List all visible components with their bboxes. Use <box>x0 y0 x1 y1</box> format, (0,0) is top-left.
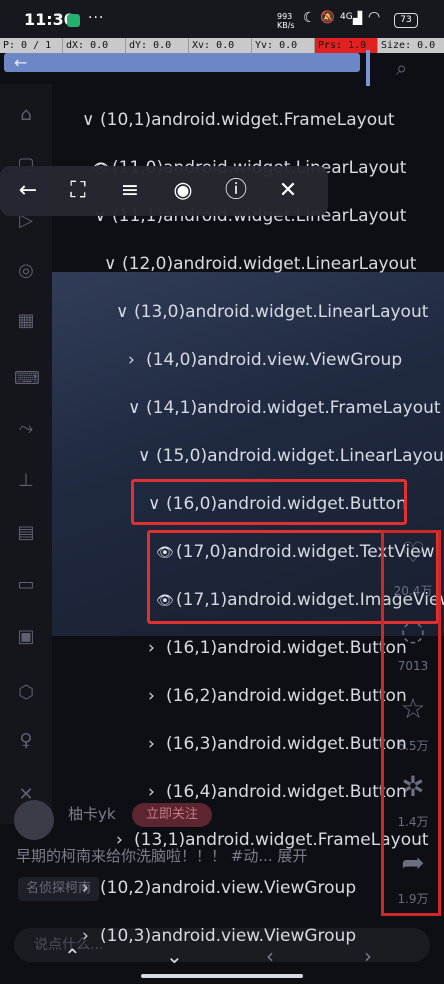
pointer-size: Size: 0.0 <box>381 40 436 51</box>
home-indicator[interactable] <box>141 974 303 978</box>
net-speed: 993 KB/s <box>277 12 295 30</box>
chevron-right-icon[interactable]: › <box>148 777 166 807</box>
pointer-dy: dY: 0.0 <box>126 38 189 53</box>
back-arrow-icon[interactable]: ← <box>14 53 27 72</box>
chevron-right-icon[interactable]: › <box>82 873 100 903</box>
tree-node[interactable]: ∨ (14,1)android.widget.FrameLayout <box>128 393 441 423</box>
chevron-right-icon[interactable]: › <box>128 345 146 375</box>
chevron-right-icon[interactable]: › <box>148 633 166 663</box>
chevron-right-icon[interactable]: › <box>116 825 134 855</box>
chevron-down-icon[interactable]: ∨ <box>138 441 156 471</box>
pointer-xv: Xv: 0.0 <box>189 38 252 53</box>
info-icon[interactable]: ⓘ <box>216 166 256 216</box>
calendar-icon[interactable]: ▤ <box>14 522 38 546</box>
signal-bars-icon: ▟ <box>353 11 363 25</box>
scroll-track <box>4 53 360 72</box>
tree-node-label: (16,2)android.widget.Button <box>166 686 407 706</box>
tree-node-label: (16,3)android.widget.Button <box>166 734 407 754</box>
grid-icon[interactable]: ▦ <box>14 310 38 334</box>
compass-icon[interactable]: ◎ <box>14 260 38 284</box>
tree-node-label: (10,3)android.view.ViewGroup <box>100 926 357 946</box>
pointer-count: P: 0 / 1 <box>0 38 63 53</box>
mute-icon: 🔕 <box>320 10 335 24</box>
tree-node[interactable]: › (16,3)android.widget.Button <box>148 729 407 759</box>
more-notifications-icon: ··· <box>88 10 105 26</box>
tree-node-label: (10,1)android.widget.FrameLayout <box>100 110 395 130</box>
tree-node[interactable]: › (14,0)android.view.ViewGroup <box>128 345 402 375</box>
tree-node-label: (13,0)android.widget.LinearLayout <box>134 302 429 322</box>
tree-node-label: (14,0)android.view.ViewGroup <box>146 350 403 370</box>
avatar[interactable] <box>14 800 54 840</box>
tree-node-label: (10,2)android.view.ViewGroup <box>100 878 357 898</box>
wifi-icon: ◠ <box>368 9 381 25</box>
keyboard-icon[interactable]: ⌨ <box>14 368 40 392</box>
tree-node-label: (16,4)android.widget.Button <box>166 782 407 802</box>
tree-node-label: (15,0)android.widget.LinearLayout <box>156 446 444 466</box>
js-icon[interactable]: ⬡ <box>14 682 38 706</box>
chat-icon[interactable]: ▭ <box>14 574 38 598</box>
scroll-thumb[interactable] <box>366 50 370 86</box>
author-name[interactable]: 柚卡yk <box>68 803 116 824</box>
nav-down-icon[interactable]: ⌄ <box>166 944 183 968</box>
terminal-icon[interactable]: ▣ <box>14 626 38 650</box>
signal-4g: 4G <box>340 12 353 22</box>
pointer-dx: dX: 0.0 <box>63 38 126 53</box>
tree-node[interactable]: › (10,2)android.view.ViewGroup <box>82 873 356 903</box>
fullscreen-icon[interactable]: ⛶ <box>58 166 98 216</box>
path-icon[interactable]: ⤳ <box>14 418 38 442</box>
record-icon[interactable]: ◉ <box>163 166 203 216</box>
tree-node[interactable]: › (10,3)android.view.ViewGroup <box>82 921 356 951</box>
chevron-down-icon[interactable]: ∨ <box>116 297 134 327</box>
chevron-down-icon[interactable]: ∨ <box>128 393 146 423</box>
tree-node-label: (12,0)android.widget.LinearLayout <box>122 254 417 274</box>
tree-node[interactable]: › (16,2)android.widget.Button <box>148 681 407 711</box>
battery-indicator: 73 <box>394 13 418 28</box>
tree-node[interactable]: › (16,1)android.widget.Button <box>148 633 407 663</box>
chevron-down-icon[interactable]: ∨ <box>82 105 100 135</box>
search-icon[interactable]: ⌕ <box>396 56 407 80</box>
chevron-right-icon[interactable]: › <box>148 729 166 759</box>
selected-node-highlight <box>131 479 407 525</box>
tree-node[interactable]: ∨ (12,0)android.widget.LinearLayout <box>104 249 416 279</box>
home-icon[interactable]: ⌂ <box>14 104 38 128</box>
tree-node-label: (16,1)android.widget.Button <box>166 638 407 658</box>
pointer-location-bar: P: 0 / 1 dX: 0.0 dY: 0.0 Xv: 0.0 Yv: 0.0… <box>0 38 444 53</box>
nav-back-icon[interactable]: ‹ <box>266 944 274 968</box>
moon-icon: ☾ <box>303 10 316 26</box>
tree-node[interactable]: ∨ (15,0)android.widget.LinearLayout <box>138 441 444 471</box>
tree-node[interactable]: › (16,4)android.widget.Button <box>148 777 407 807</box>
tree-node[interactable]: ∨ (13,0)android.widget.LinearLayout <box>116 297 428 327</box>
net-speed-unit: KB/s <box>277 21 295 30</box>
net-speed-value: 993 <box>277 12 293 21</box>
target-view-highlight <box>381 530 441 916</box>
chevron-down-icon[interactable]: ∨ <box>104 249 122 279</box>
layers-icon[interactable]: ≡ <box>110 166 150 216</box>
nav-forward-icon[interactable]: › <box>364 944 372 968</box>
pointer-yv: Yv: 0.0 <box>252 38 315 53</box>
chevron-right-icon[interactable]: › <box>82 921 100 951</box>
close-icon[interactable]: ✕ <box>268 166 308 216</box>
tree-node[interactable]: ∨ (10,1)android.widget.FrameLayout <box>82 105 395 135</box>
chevron-right-icon[interactable]: › <box>148 681 166 711</box>
network-icon[interactable]: ⊥ <box>14 470 38 494</box>
back-icon[interactable]: ← <box>8 166 48 216</box>
app-notification-icon <box>67 14 80 27</box>
nav-up-icon[interactable]: ⌃ <box>64 944 81 968</box>
tree-node-label: (14,1)android.widget.FrameLayout <box>146 398 441 418</box>
accessibility-icon[interactable]: ♀ <box>14 730 38 754</box>
